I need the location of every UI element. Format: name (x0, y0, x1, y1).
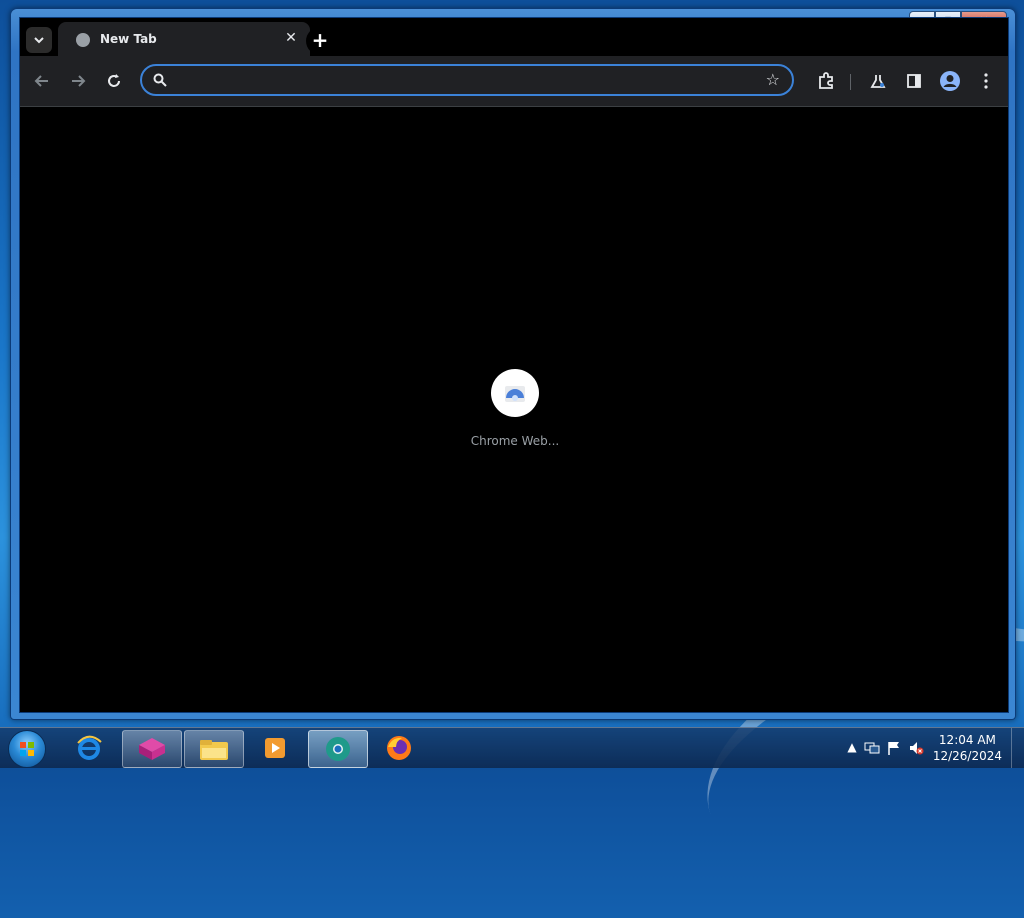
flask-icon (870, 75, 886, 88)
clock-time: 12:04 AM (938, 733, 996, 747)
chrome-icon (326, 737, 350, 761)
back-button[interactable] (30, 69, 54, 93)
taskbar-chrome[interactable] (308, 730, 368, 768)
close-tab-icon[interactable]: ✕ (282, 29, 300, 47)
tab-new-tab[interactable]: New Tab ✕ (58, 22, 310, 56)
side-panel-icon (907, 74, 921, 88)
browser-window: ▁ ▢ ✕ New Tab ✕ + (10, 8, 1016, 720)
clock[interactable]: 12:04 AM 12/26/2024 (933, 732, 1002, 764)
reload-button[interactable] (102, 69, 126, 93)
new-tab-page: Chrome Web... (20, 107, 1008, 712)
puzzle-icon (819, 72, 833, 89)
chrome-web-store-icon (505, 386, 525, 402)
system-tray: ▲ 12:04 AM 12/26/2024 (824, 728, 1024, 768)
labs-button[interactable] (866, 69, 890, 93)
bookmark-star-icon[interactable]: ☆ (766, 70, 780, 89)
tab-search-button[interactable] (26, 27, 52, 53)
clock-date: 12/26/2024 (932, 749, 1002, 763)
menu-button[interactable] (974, 69, 998, 93)
profile-button[interactable] (938, 69, 962, 93)
taskbar-firefox[interactable] (370, 730, 428, 766)
tab-strip: New Tab ✕ + (20, 18, 1008, 56)
taskbar: ▲ 12:04 AM 12/26/2024 (0, 727, 1024, 768)
tab-title: New Tab (100, 32, 157, 46)
media-player-icon (265, 738, 285, 758)
forward-button[interactable] (66, 69, 90, 93)
reload-icon (108, 74, 120, 87)
chevron-down-icon (34, 37, 44, 44)
network-icon[interactable] (864, 740, 880, 756)
internet-explorer-icon (77, 735, 102, 760)
file-explorer-icon (200, 740, 228, 760)
start-button[interactable] (8, 730, 46, 768)
side-panel-button[interactable] (902, 69, 926, 93)
taskbar-media-player[interactable] (246, 730, 304, 766)
address-input[interactable] (176, 70, 740, 94)
arrow-right-icon (72, 75, 86, 87)
taskbar-internet-explorer[interactable] (60, 730, 118, 766)
browser-toolbar: ☆ (20, 56, 1008, 107)
shortcut-label: Chrome Web... (470, 434, 560, 448)
toolbar-separator (850, 74, 851, 90)
search-icon (153, 73, 167, 87)
new-tab-button[interactable]: + (306, 27, 334, 55)
windows-logo-icon (20, 742, 34, 756)
app-cube-icon (139, 738, 165, 760)
globe-icon (76, 33, 90, 47)
volume-muted-icon[interactable] (908, 740, 924, 756)
firefox-icon (387, 736, 411, 760)
tray-expand-icon[interactable]: ▲ (844, 740, 860, 756)
avatar-icon (940, 71, 960, 91)
more-vert-icon (984, 73, 988, 89)
shortcut-tile (491, 369, 539, 417)
arrow-left-icon (34, 75, 48, 87)
taskbar-file-explorer[interactable] (184, 730, 244, 768)
chrome-browser: New Tab ✕ + ☆ Chrome Web... (19, 17, 1009, 713)
taskbar-app-cube[interactable] (122, 730, 182, 768)
address-bar[interactable]: ☆ (140, 64, 794, 96)
show-desktop-button[interactable] (1011, 728, 1024, 768)
shortcut-chrome-web-store[interactable]: Chrome Web... (470, 369, 560, 448)
extensions-button[interactable] (814, 69, 838, 93)
action-center-flag-icon[interactable] (886, 740, 902, 756)
